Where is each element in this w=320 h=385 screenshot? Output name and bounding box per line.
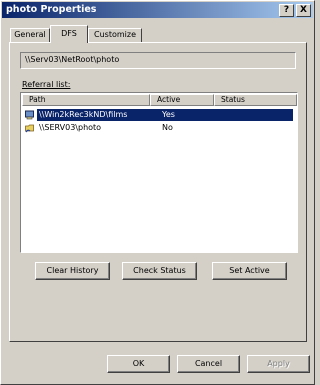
tab-general[interactable]: General <box>10 28 50 42</box>
network-share-icon <box>25 110 34 120</box>
column-header-path[interactable]: Path <box>22 94 150 106</box>
referral-row[interactable]: \\SERV03\photo No <box>25 122 293 134</box>
row-path: \\Win2kRec3kND\films <box>37 109 158 121</box>
referral-row[interactable]: \\Win2kRec3kND\films Yes <box>25 109 293 121</box>
title-bar[interactable]: photo Properties ? X <box>2 2 313 18</box>
properties-window: photo Properties ? X General DFS Customi… <box>0 0 315 385</box>
referral-list-label: Referral list: <box>22 80 71 89</box>
dfs-path-field[interactable]: \\Serv03\NetRoot\photo <box>20 52 296 69</box>
tab-dfs[interactable]: DFS <box>50 25 88 43</box>
check-status-button[interactable]: Check Status <box>122 262 197 280</box>
tab-customize[interactable]: Customize <box>88 28 142 42</box>
ok-button[interactable]: OK <box>107 355 170 373</box>
help-button[interactable]: ? <box>279 4 294 17</box>
set-active-button[interactable]: Set Active <box>212 262 287 280</box>
window-title: photo Properties <box>6 4 97 15</box>
referral-listview[interactable]: Path Active Status \\Win2kRec3kND\films … <box>20 92 298 253</box>
close-button[interactable]: X <box>296 4 311 17</box>
shared-folder-icon <box>25 124 34 133</box>
column-header-status[interactable]: Status <box>214 94 297 106</box>
clear-history-button[interactable]: Clear History <box>35 262 110 280</box>
cancel-button[interactable]: Cancel <box>177 355 240 373</box>
row-active: Yes <box>158 109 293 121</box>
row-active: No <box>162 123 173 132</box>
apply-button[interactable]: Apply <box>247 355 310 373</box>
column-header-active[interactable]: Active <box>150 94 214 106</box>
row-path: \\SERV03\photo <box>39 123 102 132</box>
